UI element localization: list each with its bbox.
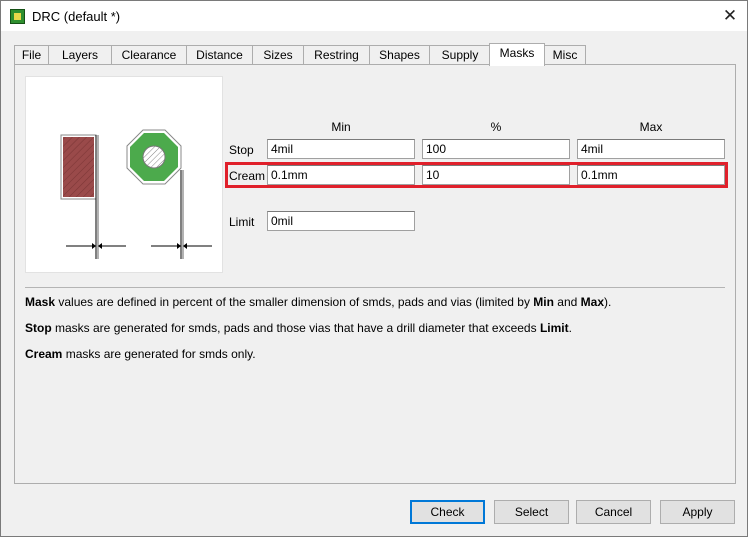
cancel-button[interactable]: Cancel [576,500,651,524]
tab-file[interactable]: File [14,45,49,65]
app-icon [10,9,25,24]
column-header-max: Max [639,120,663,134]
help-text-stop: Stop masks are generated for smds, pads … [25,321,572,335]
stop-percent-field[interactable]: 100 [422,139,570,159]
drc-dialog: DRC (default *) ✕ File Layers Clearance … [0,0,748,537]
tab-shapes[interactable]: Shapes [369,45,430,65]
stop-min-field[interactable]: 4mil [267,139,415,159]
stop-label: Stop [229,143,254,157]
tab-misc[interactable]: Misc [544,45,586,65]
mask-diagram [60,129,212,259]
cream-row-highlight [225,162,728,188]
stop-max-field[interactable]: 4mil [577,139,725,159]
title-bar: DRC (default *) ✕ [1,1,747,31]
tab-sizes[interactable]: Sizes [252,45,304,65]
tab-supply[interactable]: Supply [429,45,491,65]
masks-panel: Min % Max Stop 4mil 100 4mil Cream 0.1mm… [14,64,736,484]
help-text-mask: Mask values are defined in percent of th… [25,295,612,309]
help-text-cream: Cream masks are generated for smds only. [25,347,256,361]
limit-field[interactable]: 0mil [267,211,415,231]
column-header-percent: % [490,120,502,134]
tab-distance[interactable]: Distance [186,45,253,65]
limit-label: Limit [229,215,255,229]
tab-masks[interactable]: Masks [489,43,545,66]
separator [25,287,725,288]
tab-restring[interactable]: Restring [303,45,370,65]
apply-button[interactable]: Apply [660,500,735,524]
tab-clearance[interactable]: Clearance [111,45,187,65]
column-header-min: Min [331,120,351,134]
tab-layers[interactable]: Layers [48,45,112,65]
window-title: DRC (default *) [32,9,121,24]
close-icon[interactable]: ✕ [719,5,741,27]
mask-preview-illustration [25,76,223,273]
select-button[interactable]: Select [494,500,569,524]
check-button[interactable]: Check [410,500,485,524]
